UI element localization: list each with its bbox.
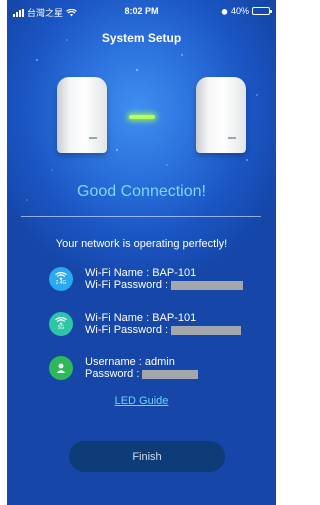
finish-button[interactable]: Finish bbox=[69, 441, 225, 472]
battery-percent: 40% bbox=[230, 6, 249, 16]
network-lines: Wi-Fi Name : BAP-101 Wi-Fi Password : bbox=[85, 267, 244, 291]
account-info: Username : admin Password : bbox=[49, 356, 199, 380]
band-label: 2.4G bbox=[55, 280, 67, 286]
username-line: Username : admin bbox=[85, 356, 175, 368]
router-right-image bbox=[196, 77, 246, 153]
wifi-2g-icon: 2.4G bbox=[49, 267, 73, 291]
wifi-name-line: Wi-Fi Name : BAP-101 bbox=[85, 267, 197, 279]
account-password-row: Password : bbox=[85, 368, 199, 380]
battery-icon bbox=[252, 7, 272, 15]
divider bbox=[21, 216, 261, 217]
wifi-password-row: Wi-Fi Password : bbox=[85, 324, 242, 336]
network-info-5g: 5G Wi-Fi Name : BAP-101 Wi-Fi Password : bbox=[49, 312, 242, 336]
alarm-icon bbox=[221, 8, 228, 15]
app-screen: 台灣之星 8:02 PM 40% System Setup Good Conne… bbox=[7, 0, 276, 505]
sparkle-background bbox=[26, 39, 258, 201]
wifi-password-label: Wi-Fi Password : bbox=[85, 324, 169, 336]
connection-status: Good Connection! bbox=[77, 183, 206, 200]
status-right: 40% bbox=[221, 6, 272, 16]
router-left-image bbox=[57, 77, 107, 153]
network-lines: Wi-Fi Name : BAP-101 Wi-Fi Password : bbox=[85, 312, 242, 336]
connection-link-indicator bbox=[129, 115, 155, 119]
password-redaction bbox=[171, 280, 244, 290]
wifi-name-line: Wi-Fi Name : BAP-101 bbox=[85, 312, 197, 324]
password-redaction bbox=[171, 325, 242, 335]
status-bar: 台灣之星 8:02 PM 40% bbox=[13, 6, 272, 20]
user-icon bbox=[49, 356, 73, 380]
password-redaction bbox=[142, 369, 199, 379]
page-title: System Setup bbox=[101, 31, 182, 45]
account-password-label: Password : bbox=[85, 368, 140, 380]
network-info-2g: 2.4G Wi-Fi Name : BAP-101 Wi-Fi Password… bbox=[49, 267, 244, 291]
network-summary: Your network is operating perfectly! bbox=[55, 238, 228, 250]
wifi-password-label: Wi-Fi Password : bbox=[85, 279, 169, 291]
wifi-5g-icon: 5G bbox=[49, 312, 73, 336]
wifi-password-row: Wi-Fi Password : bbox=[85, 279, 244, 291]
band-label: 5G bbox=[57, 325, 65, 331]
account-lines: Username : admin Password : bbox=[85, 356, 199, 380]
led-guide-link[interactable]: LED Guide bbox=[7, 395, 276, 407]
